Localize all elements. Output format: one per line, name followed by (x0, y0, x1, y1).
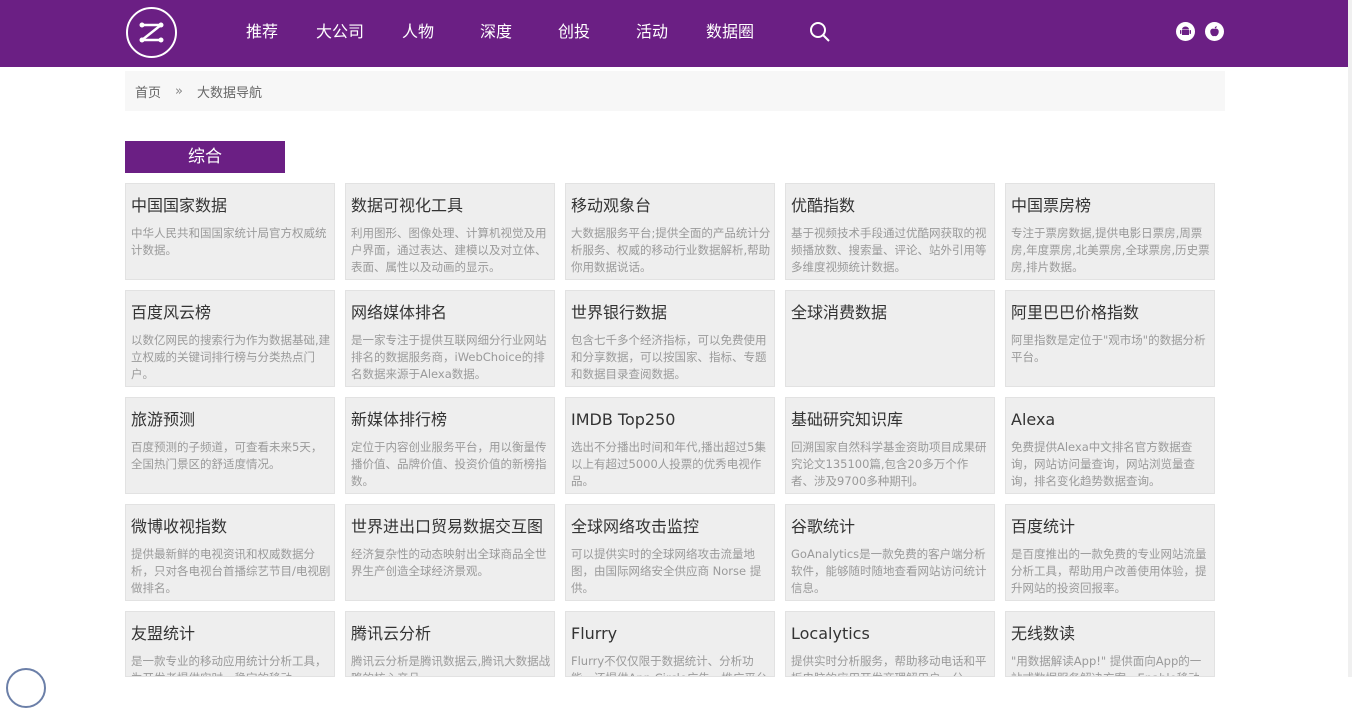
card-desc: 经济复杂性的动态映射出全球商品全世界生产创造全球经济景观。 (351, 547, 547, 578)
card-title: Localytics (791, 624, 870, 643)
card-desc: 定位于内容创业服务平台，用以衡量传播价值、品牌价值、投资价值的新榜指数。 (351, 440, 547, 488)
card-title: 全球网络攻击监控 (571, 517, 700, 536)
card-desc: 以数亿网民的搜索行为作为数据基础,建立权威的关键词排行榜与分类热点门户。 (131, 333, 331, 381)
card-desc: 大数据服务平台;提供全面的产品统计分析服务、权威的移动行业数据解析,帮助你用数据… (571, 226, 771, 274)
card-desc: 腾讯云分析是腾讯数据云,腾讯大数据战略的核心产品 (351, 654, 551, 676)
card-title: 无线数读 (1011, 624, 1076, 643)
nav-item-data-circle[interactable]: 数据圈 (691, 0, 769, 64)
card-desc: 选出不分播出时间和年代,播出超过5集以上有超过5000人投票的优秀电视作品。 (571, 440, 766, 488)
scrollbar-track[interactable] (1348, 0, 1352, 677)
card-desc: "用数据解读App!" 提供面向App的一站式数据服务解决方案，Enable移动… (1011, 654, 1202, 676)
card-desc: 免费提供Alexa中文排名官方数据查询，网站访问量查询，网站浏览量查询，排名变化… (1011, 440, 1195, 488)
card-title: 百度统计 (1011, 517, 1076, 536)
card-desc: 基于视频技术手段通过优酷网获取的视频播放数、搜索量、评论、站外引用等多维度视频统… (791, 226, 987, 274)
nav-card[interactable]: 优酷指数 基于视频技术手段通过优酷网获取的视频播放数、搜索量、评论、站外引用等多… (785, 183, 995, 280)
nav-card[interactable]: Alexa 免费提供Alexa中文排名官方数据查询，网站访问量查询，网站浏览量查… (1005, 397, 1215, 494)
search-icon[interactable] (809, 21, 831, 43)
card-title: 世界进出口贸易数据交互图 (351, 517, 544, 536)
nav-card[interactable]: 无线数读 "用数据解读App!" 提供面向App的一站式数据服务解决方案，Ena… (1005, 611, 1215, 677)
nav-card[interactable]: 移动观象台 大数据服务平台;提供全面的产品统计分析服务、权威的移动行业数据解析,… (565, 183, 775, 280)
card-title: 移动观象台 (571, 196, 652, 215)
nav-card[interactable]: 新媒体排行榜 定位于内容创业服务平台，用以衡量传播价值、品牌价值、投资价值的新榜… (345, 397, 555, 494)
nav-card[interactable]: 数据可视化工具 利用图形、图像处理、计算机视觉及用户界面，通过表达、建模以及对立… (345, 183, 555, 280)
nav-card[interactable]: 阿里巴巴价格指数 阿里指数是定位于"观市场"的数据分析平台。 (1005, 290, 1215, 387)
card-desc: 阿里指数是定位于"观市场"的数据分析平台。 (1011, 333, 1206, 364)
nav-card[interactable]: 网络媒体排名 是一家专注于提供互联网细分行业网站排名的数据服务商，iWebCho… (345, 290, 555, 387)
card-title: 世界银行数据 (571, 303, 668, 322)
nav-card[interactable]: Flurry Flurry不仅仅限于数据统计、分析功能，还提供App Circl… (565, 611, 775, 677)
android-icon[interactable] (1176, 22, 1195, 41)
nav-item-events[interactable]: 活动 (613, 0, 691, 64)
card-title: 腾讯云分析 (351, 624, 432, 643)
card-title: 友盟统计 (131, 624, 196, 643)
card-title: 阿里巴巴价格指数 (1011, 303, 1140, 322)
nav-item-recommend[interactable]: 推荐 (223, 0, 301, 64)
card-desc: 提供实时分析服务，帮助移动电话和平板电脑的应用开发商理解用户，分 (791, 654, 987, 676)
card-desc: 是一家专注于提供互联网细分行业网站排名的数据服务商，iWebChoice的排名数… (351, 333, 547, 381)
nav-item-big-companies[interactable]: 大公司 (301, 0, 379, 64)
card-desc: Flurry不仅仅限于数据统计、分析功能，还提供App Circle广告、推广平… (571, 654, 767, 676)
nav-card[interactable]: IMDB Top250 选出不分播出时间和年代,播出超过5集以上有超过5000人… (565, 397, 775, 494)
apple-icon[interactable] (1205, 22, 1224, 41)
nav-card[interactable]: 基础研究知识库 回溯国家自然科学基金资助项目成果研究论文135100篇,包含20… (785, 397, 995, 494)
top-navigation-bar: 推荐 大公司 人物 深度 创投 活动 数据圈 (0, 0, 1352, 67)
nav-card[interactable]: 百度统计 是百度推出的一款免费的专业网站流量分析工具，帮助用户改善使用体验，提升… (1005, 504, 1215, 601)
nav-item-venture[interactable]: 创投 (535, 0, 613, 64)
card-title: 网络媒体排名 (351, 303, 448, 322)
nav-card[interactable]: 腾讯云分析 腾讯云分析是腾讯数据云,腾讯大数据战略的核心产品 (345, 611, 555, 677)
card-desc: 包含七千多个经济指标，可以免费使用和分享数据，可以按国家、指标、专题和数据目录查… (571, 333, 767, 381)
nav-card[interactable]: 谷歌统计 GoAnalytics是一款免费的客户端分析软件，能够随时随地查看网站… (785, 504, 995, 601)
card-desc: 是百度推出的一款免费的专业网站流量分析工具，帮助用户改善使用体验，提升网站的投资… (1011, 547, 1207, 595)
card-title: Flurry (571, 624, 618, 643)
nav-card[interactable]: 微博收视指数 提供最新鲜的电视资讯和权威数据分析，只对各电视台首播综艺节目/电视… (125, 504, 335, 601)
card-title: 微博收视指数 (131, 517, 228, 536)
breadcrumb-current: 大数据导航 (196, 85, 262, 101)
card-desc: 提供最新鲜的电视资讯和权威数据分析，只对各电视台首播综艺节目/电视剧做排名。 (131, 547, 331, 595)
section-title: 综合 (125, 141, 285, 173)
card-desc: 是一款专业的移动应用统计分析工具，为开发者提供实时、稳定的移动 (131, 654, 327, 676)
nav-card[interactable]: 世界进出口贸易数据交互图 经济复杂性的动态映射出全球商品全世界生产创造全球经济景… (345, 504, 555, 601)
card-title: 中国国家数据 (131, 196, 228, 215)
nav-item-in-depth[interactable]: 深度 (457, 0, 535, 64)
card-title: 全球消费数据 (791, 303, 888, 322)
logo-icon[interactable] (126, 7, 177, 58)
card-title: 旅游预测 (131, 410, 196, 429)
nav-card[interactable]: 友盟统计 是一款专业的移动应用统计分析工具，为开发者提供实时、稳定的移动 (125, 611, 335, 677)
nav-card[interactable]: 百度风云榜 以数亿网民的搜索行为作为数据基础,建立权威的关键词排行榜与分类热点门… (125, 290, 335, 387)
card-title: 数据可视化工具 (351, 196, 464, 215)
card-title: 新媒体排行榜 (351, 410, 448, 429)
card-title: 中国票房榜 (1011, 196, 1092, 215)
nav-card[interactable]: 中国国家数据 中华人民共和国国家统计局官方权威统计数据。 (125, 183, 335, 280)
nav-item-people[interactable]: 人物 (379, 0, 457, 64)
nav-card[interactable]: 旅游预测 百度预测的子频道，可查看未来5天，全国热门景区的舒适度情况。 (125, 397, 335, 494)
nav-card[interactable]: 全球消费数据 (785, 290, 995, 387)
floating-badge-icon[interactable] (6, 668, 46, 708)
card-desc: 中华人民共和国国家统计局官方权威统计数据。 (131, 226, 327, 257)
card-title: IMDB Top250 (571, 410, 676, 429)
card-desc: 可以提供实时的全球网络攻击流量地图，由国际网络安全供应商 Norse 提供。 (571, 547, 762, 595)
card-desc: 利用图形、图像处理、计算机视觉及用户界面，通过表达、建模以及对立体、表面、属性以… (351, 226, 547, 274)
card-desc: 回溯国家自然科学基金资助项目成果研究论文135100篇,包含20多万个作者、涉及… (791, 440, 987, 488)
nav-card[interactable]: 中国票房榜 专注于票房数据,提供电影日票房,周票房,年度票房,北美票房,全球票房… (1005, 183, 1215, 280)
card-desc: 百度预测的子频道，可查看未来5天，全国热门景区的舒适度情况。 (131, 440, 323, 471)
card-desc: GoAnalytics是一款免费的客户端分析软件，能够随时随地查看网站访问统计信… (791, 547, 987, 595)
card-title: 百度风云榜 (131, 303, 212, 322)
card-title: 谷歌统计 (791, 517, 856, 536)
breadcrumb: 首页 » 大数据导航 (125, 71, 1225, 111)
nav-card[interactable]: 世界银行数据 包含七千多个经济指标，可以免费使用和分享数据，可以按国家、指标、专… (565, 290, 775, 387)
nav-card[interactable]: Localytics 提供实时分析服务，帮助移动电话和平板电脑的应用开发商理解用… (785, 611, 995, 677)
card-title: 基础研究知识库 (791, 410, 904, 429)
main-nav: 推荐 大公司 人物 深度 创投 活动 数据圈 (223, 0, 769, 64)
card-title: Alexa (1011, 410, 1056, 429)
card-desc: 专注于票房数据,提供电影日票房,周票房,年度票房,北美票房,全球票房,历史票房,… (1011, 226, 1210, 274)
card-title: 优酷指数 (791, 196, 856, 215)
nav-card[interactable]: 全球网络攻击监控 可以提供实时的全球网络攻击流量地图，由国际网络安全供应商 No… (565, 504, 775, 601)
breadcrumb-separator: » (175, 83, 183, 99)
breadcrumb-home[interactable]: 首页 (135, 82, 161, 101)
